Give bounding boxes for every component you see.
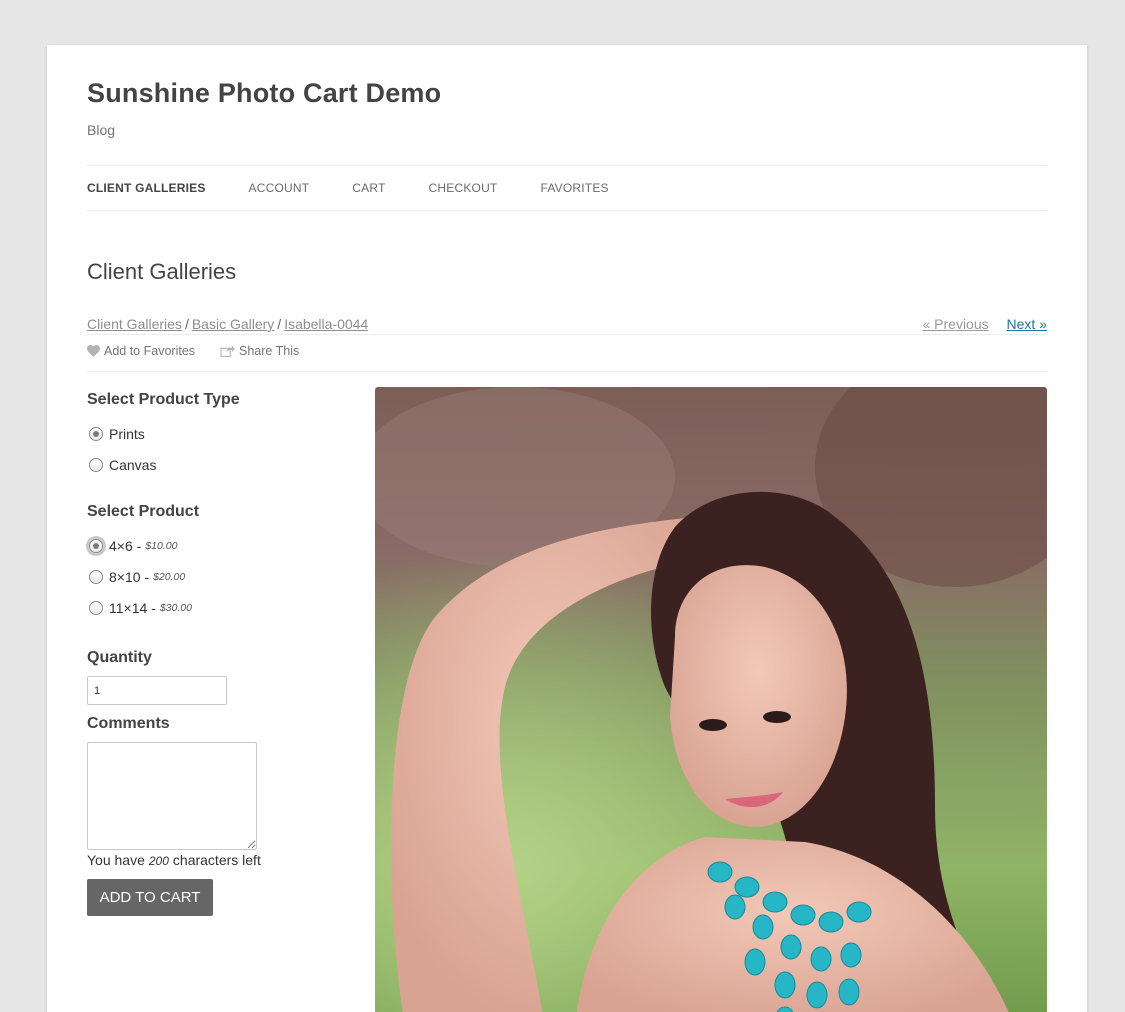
product-4x6-option[interactable]: 4×6 - $10.00 — [87, 530, 347, 561]
nav-account[interactable]: ACCOUNT — [249, 181, 310, 195]
nav-client-galleries[interactable]: CLIENT GALLERIES — [87, 181, 206, 195]
main-nav: CLIENT GALLERIES ACCOUNT CART CHECKOUT F… — [87, 165, 1047, 211]
breadcrumb-separator: / — [277, 316, 282, 332]
product-4x6-radio[interactable] — [89, 538, 103, 553]
product-11x14-price: $30.00 — [159, 601, 192, 614]
product-8x10-option[interactable]: 8×10 - $20.00 — [87, 561, 347, 592]
image-pager: « Previous Next » — [922, 316, 1047, 332]
breadcrumb-client-galleries[interactable]: Client Galleries — [87, 316, 182, 332]
photo-eye — [763, 711, 791, 723]
product-type-canvas-radio[interactable] — [89, 457, 103, 472]
add-to-favorites-button[interactable]: Add to Favorites — [87, 344, 195, 358]
characters-left-prefix: You have — [87, 852, 145, 868]
nav-checkout[interactable]: CHECKOUT — [429, 181, 498, 195]
page-title: Client Galleries — [87, 259, 237, 284]
site-description: Blog — [87, 122, 116, 138]
comments-textarea[interactable] — [87, 742, 257, 850]
next-link[interactable]: Next » — [1007, 316, 1047, 332]
characters-left-text: You have 200 characters left — [87, 852, 347, 868]
gallery-photo[interactable] — [375, 387, 1047, 1012]
heart-icon — [87, 345, 100, 357]
share-button[interactable]: Share This — [220, 344, 299, 358]
product-type-prints-radio[interactable] — [89, 426, 103, 441]
previous-link[interactable]: « Previous — [922, 316, 988, 332]
photo-eye — [699, 719, 727, 731]
product-type-prints-label: Prints — [109, 425, 145, 442]
add-to-favorites-label: Add to Favorites — [104, 344, 196, 358]
product-form: Select Product Type Prints Canvas Select… — [87, 387, 347, 916]
product-11x14-radio[interactable] — [89, 600, 103, 615]
share-icon — [220, 345, 235, 357]
product-11x14-option[interactable]: 11×14 - $30.00 — [87, 592, 347, 623]
product-8x10-price: $20.00 — [153, 570, 186, 583]
breadcrumb-image[interactable]: Isabella-0044 — [284, 316, 368, 332]
quantity-input[interactable] — [87, 676, 227, 705]
share-label: Share This — [239, 344, 300, 358]
breadcrumb-separator: / — [184, 316, 189, 332]
divider — [87, 334, 1047, 335]
add-to-cart-button[interactable]: ADD TO CART — [87, 879, 213, 916]
characters-left-count: 200 — [148, 854, 169, 868]
product-type-canvas-label: Canvas — [109, 456, 157, 473]
product-type-canvas-option[interactable]: Canvas — [87, 449, 347, 480]
product-type-heading: Select Product Type — [87, 391, 240, 408]
product-8x10-label: 8×10 - — [109, 568, 150, 585]
product-4x6-price: $10.00 — [145, 539, 178, 552]
nav-cart[interactable]: CART — [352, 181, 385, 195]
product-8x10-radio[interactable] — [89, 569, 103, 584]
portrait-photo-icon — [375, 387, 1047, 1012]
breadcrumb-basic-gallery[interactable]: Basic Gallery — [192, 316, 274, 332]
comments-heading: Comments — [87, 715, 170, 732]
page-container: Sunshine Photo Cart Demo Blog CLIENT GAL… — [47, 45, 1087, 1012]
characters-left-suffix: characters left — [172, 852, 261, 868]
site-title[interactable]: Sunshine Photo Cart Demo — [87, 78, 441, 109]
breadcrumb: Client Galleries / Basic Gallery / Isabella-… — [87, 316, 368, 332]
product-4x6-label: 4×6 - — [109, 537, 142, 554]
quantity-heading: Quantity — [87, 649, 152, 666]
divider — [87, 371, 1047, 372]
nav-favorites[interactable]: FAVORITES — [540, 181, 608, 195]
image-actions: Add to Favorites Share This — [87, 344, 324, 358]
product-heading: Select Product — [87, 503, 200, 520]
product-11x14-label: 11×14 - — [109, 599, 156, 616]
product-type-prints-option[interactable]: Prints — [87, 418, 347, 449]
